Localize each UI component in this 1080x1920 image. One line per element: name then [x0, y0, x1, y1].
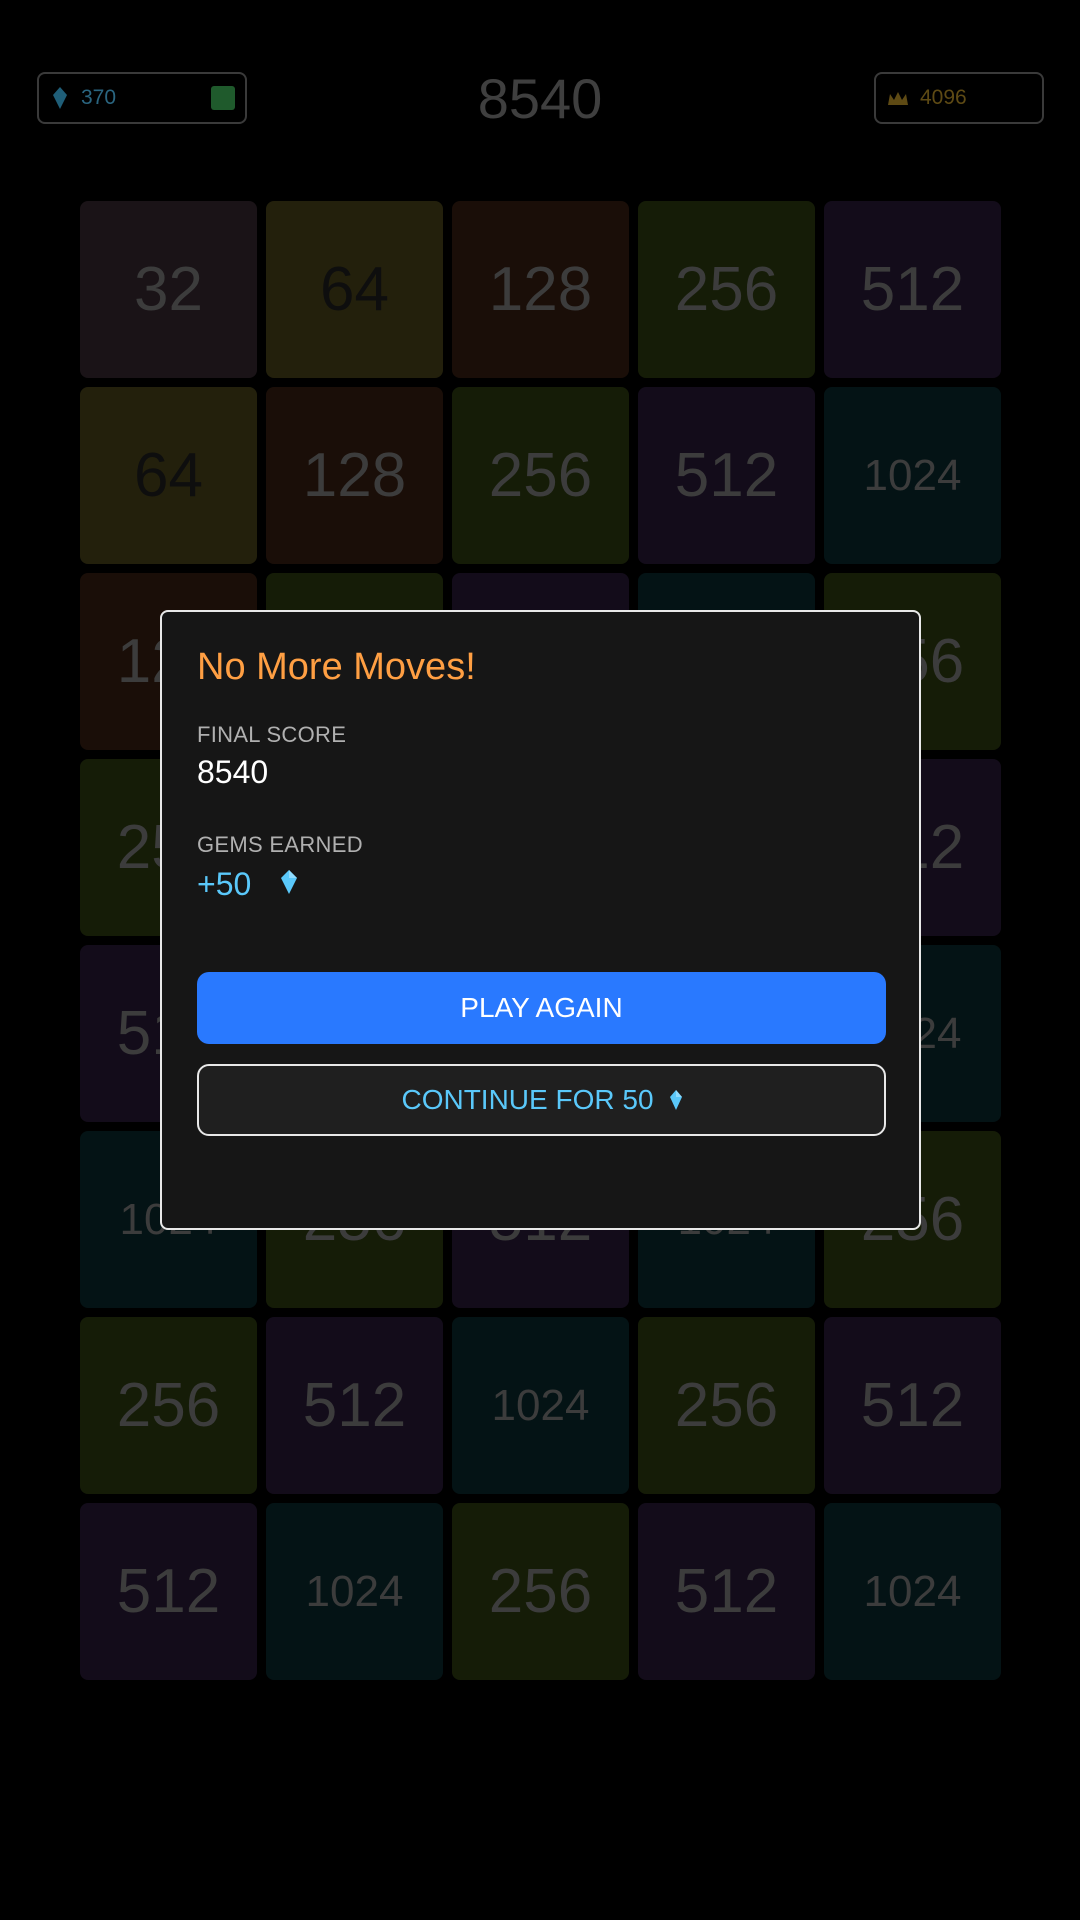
tile: 32 [80, 201, 257, 378]
tile: 1024 [452, 1317, 629, 1494]
tile: 512 [266, 1317, 443, 1494]
tile: 256 [638, 201, 815, 378]
gems-earned-value: +50 [197, 866, 252, 902]
game-over-dialog: No More Moves! FINAL SCORE 8540 GEMS EAR… [160, 610, 921, 1230]
game-screen: 370 8540 4096 32 64 128 256 512 64 128 256 512 10… [0, 0, 1080, 1920]
best-tile: 4096 [874, 72, 1044, 124]
gems-earned: +50 [197, 866, 298, 903]
dialog-title: No More Moves! [197, 646, 476, 688]
best-value: 4096 [920, 86, 967, 109]
tile: 1024 [824, 387, 1001, 564]
gem-icon [669, 1090, 682, 1110]
tile: 512 [638, 1503, 815, 1680]
gem-icon [281, 869, 298, 894]
tile: 512 [80, 1503, 257, 1680]
tile: 64 [266, 201, 443, 378]
play-again-button[interactable]: PLAY AGAIN [197, 972, 886, 1044]
crown-icon [888, 92, 908, 105]
tile: 1024 [824, 1503, 1001, 1680]
tile: 256 [452, 387, 629, 564]
tile: 512 [824, 1317, 1001, 1494]
continue-label: CONTINUE FOR 50 [401, 1084, 654, 1115]
tile: 128 [452, 201, 629, 378]
final-score-label: FINAL SCORE [197, 722, 347, 747]
tile: 1024 [266, 1503, 443, 1680]
tile: 256 [80, 1317, 257, 1494]
gems-earned-label: GEMS EARNED [197, 832, 363, 857]
tile: 256 [452, 1503, 629, 1680]
tile: 512 [638, 387, 815, 564]
tile: 128 [266, 387, 443, 564]
tile: 256 [638, 1317, 815, 1494]
final-score-value: 8540 [197, 754, 269, 790]
tile: 512 [824, 201, 1001, 378]
tile: 64 [80, 387, 257, 564]
continue-button[interactable]: CONTINUE FOR 50 [197, 1064, 886, 1136]
